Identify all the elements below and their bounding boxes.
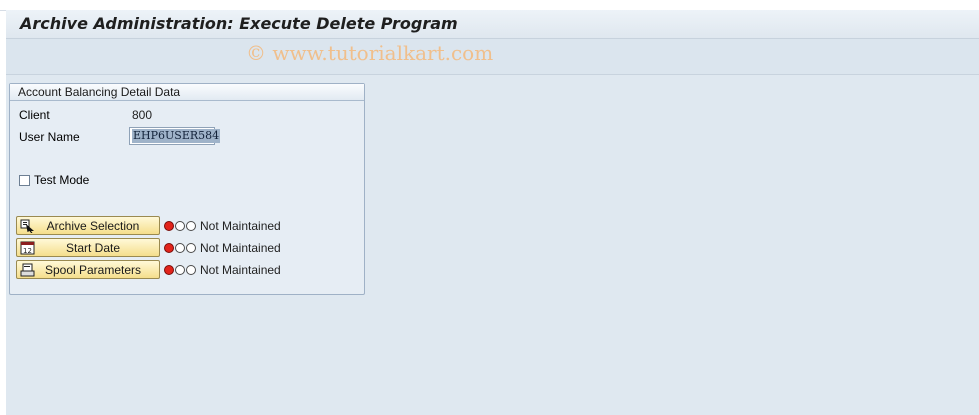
printer-icon: [19, 262, 35, 277]
green-light-off-icon: [186, 243, 196, 253]
green-light-off-icon: [186, 221, 196, 231]
yellow-light-off-icon: [175, 221, 185, 231]
red-light-icon: [164, 221, 174, 231]
spool-parameters-label: Spool Parameters: [44, 262, 142, 277]
yellow-light-off-icon: [175, 243, 185, 253]
archive-selection-label: Archive Selection: [46, 218, 140, 233]
spool-parameters-status: Not Maintained: [200, 263, 281, 277]
user-name-value: EHP6USER584: [132, 129, 221, 143]
watermark-text: © www.tutorialkart.com: [246, 41, 494, 65]
detail-data-group: Account Balancing Detail Data Client 800…: [9, 83, 365, 295]
start-date-traffic-light: [164, 243, 196, 253]
start-date-status: Not Maintained: [200, 241, 281, 255]
title-bar: Archive Administration: Execute Delete P…: [6, 10, 979, 39]
test-mode-checkbox[interactable]: [19, 175, 30, 186]
spool-parameters-button[interactable]: Spool Parameters: [16, 260, 160, 279]
archive-selection-status: Not Maintained: [200, 219, 281, 233]
yellow-light-off-icon: [175, 265, 185, 275]
green-light-off-icon: [186, 265, 196, 275]
window-title: Archive Administration: Execute Delete P…: [20, 14, 458, 33]
test-mode-label: Test Mode: [34, 173, 90, 187]
svg-text:12: 12: [23, 247, 32, 255]
user-name-field[interactable]: EHP6USER584: [129, 127, 221, 145]
user-name-label: User Name: [19, 130, 80, 144]
group-title: Account Balancing Detail Data: [10, 84, 364, 101]
client-label: Client: [19, 108, 50, 122]
application-toolbar: © www.tutorialkart.com: [6, 39, 979, 75]
red-light-icon: [164, 265, 174, 275]
spool-parameters-traffic-light: [164, 265, 196, 275]
start-date-button[interactable]: 12 Start Date: [16, 238, 160, 257]
variant-select-icon: [19, 218, 35, 233]
archive-selection-traffic-light: [164, 221, 196, 231]
start-date-label: Start Date: [65, 240, 121, 255]
client-value: 800: [132, 108, 153, 122]
red-light-icon: [164, 243, 174, 253]
archive-selection-button[interactable]: Archive Selection: [16, 216, 160, 235]
work-area: © www.tutorialkart.com Account Balancing…: [6, 39, 979, 415]
calendar-icon: 12: [19, 240, 35, 255]
